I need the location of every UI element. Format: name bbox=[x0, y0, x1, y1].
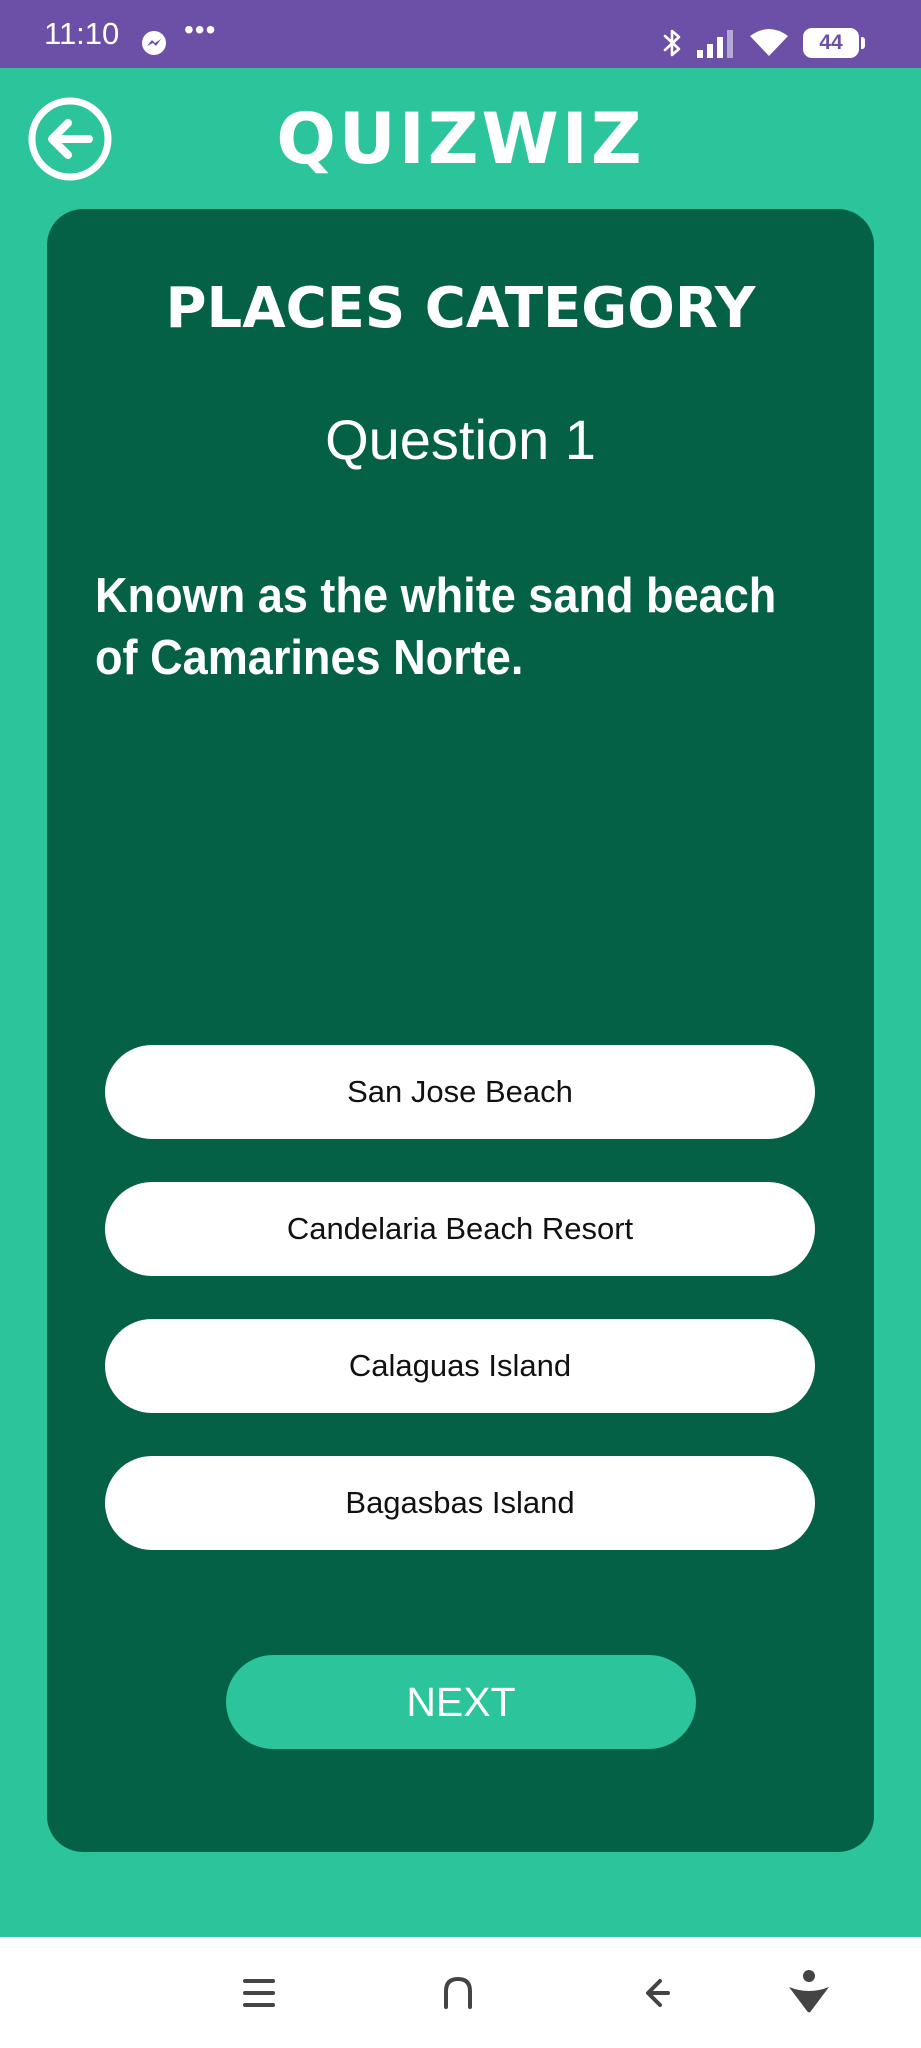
app-title: QUIZWIZ bbox=[276, 98, 645, 180]
battery-icon: 44 bbox=[803, 28, 865, 58]
messenger-icon bbox=[142, 31, 166, 55]
quiz-card: PLACES CATEGORY Question 1 Known as the … bbox=[47, 209, 874, 1852]
next-button[interactable]: NEXT bbox=[226, 1655, 696, 1749]
system-nav-bar bbox=[0, 1937, 921, 2048]
wifi-icon bbox=[750, 29, 788, 56]
status-time: 11:10 bbox=[44, 16, 120, 51]
option-button[interactable]: San Jose Beach bbox=[105, 1045, 815, 1139]
status-more-icon: ••• bbox=[184, 14, 217, 45]
home-icon[interactable] bbox=[430, 1965, 486, 2021]
back-icon[interactable] bbox=[630, 1965, 686, 2021]
status-icons: 44 bbox=[661, 26, 865, 60]
question-number: Question 1 bbox=[325, 408, 596, 471]
answer-options: San Jose Beach Candelaria Beach Resort C… bbox=[105, 1045, 815, 1593]
status-bar: 11:10 ••• 44 bbox=[0, 0, 921, 68]
option-button[interactable]: Calaguas Island bbox=[105, 1319, 815, 1413]
option-button[interactable]: Bagasbas Island bbox=[105, 1456, 815, 1550]
category-title: PLACES CATEGORY bbox=[165, 276, 756, 341]
option-button[interactable]: Candelaria Beach Resort bbox=[105, 1182, 815, 1276]
question-text: Known as the white sand beach of Camarin… bbox=[95, 569, 777, 685]
accessibility-icon[interactable] bbox=[781, 1965, 837, 2021]
signal-icon bbox=[697, 30, 733, 58]
menu-icon[interactable] bbox=[231, 1965, 287, 2021]
bluetooth-icon bbox=[663, 29, 681, 57]
